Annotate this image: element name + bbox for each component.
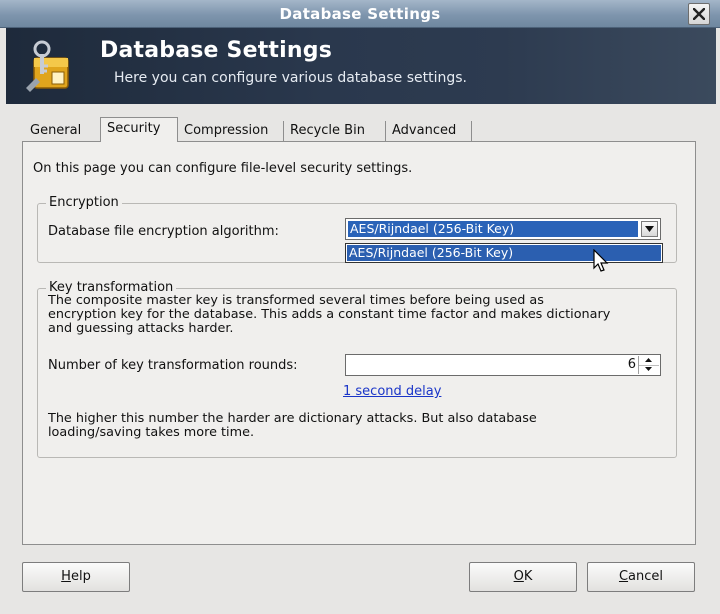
encryption-algorithm-label: Database file encryption algorithm: [48,224,279,239]
ok-button[interactable]: OK [469,562,577,592]
one-second-delay-link[interactable]: 1 second delay [343,384,441,399]
banner-subtitle: Here you can configure various database … [114,70,467,86]
ok-label: K [523,569,533,584]
rounds-spinbox[interactable]: 6 [345,354,661,376]
chevron-up-icon [645,358,652,362]
rounds-note: The higher this number the harder are di… [48,412,537,440]
cancel-mnemonic: C [618,569,629,584]
intro-text: On this page you can configure file-leve… [33,161,413,176]
description-line: encryption key for the database. This ad… [48,307,611,322]
encryption-algorithm-dropdown-list[interactable]: AES/Rijndael (256-Bit Key) [345,243,663,263]
key-transformation-description: The composite master key is transformed … [48,294,610,336]
spin-down-button[interactable] [639,365,659,374]
banner-title: Database Settings [100,38,332,63]
help-button[interactable]: Help [22,562,130,592]
rounds-value: 6 [627,357,636,372]
encryption-algorithm-select[interactable]: AES/Rijndael (256-Bit Key) [345,218,661,240]
tab-general[interactable]: General [24,121,98,141]
encryption-algorithm-value: AES/Rijndael (256-Bit Key) [348,221,638,237]
chevron-down-icon [645,367,652,371]
database-settings-icon [26,40,69,92]
dropdown-button[interactable] [641,221,658,237]
close-button[interactable] [688,3,710,25]
chevron-down-icon [645,226,654,232]
note-line: loading/saving takes more time. [48,425,255,440]
cancel-label: ancel [628,569,664,584]
ok-mnemonic: O [513,569,524,584]
description-line: and guessing attacks harder. [48,321,234,336]
spin-buttons [638,356,659,374]
encryption-group-label: Encryption [46,195,122,210]
security-tab-panel: On this page you can configure file-leve… [22,141,696,545]
help-mnemonic: H [61,569,71,584]
mouse-cursor-icon [593,249,609,272]
tab-compression[interactable]: Compression [178,121,284,141]
window-title: Database Settings [279,5,441,23]
help-label: elp [70,569,91,584]
tab-security[interactable]: Security [100,117,178,142]
dropdown-option-aes[interactable]: AES/Rijndael (256-Bit Key) [347,245,661,261]
rounds-label: Number of key transformation rounds: [48,358,298,373]
tab-recycle-bin[interactable]: Recycle Bin [284,121,386,141]
note-line: The higher this number the harder are di… [48,411,537,426]
tab-advanced[interactable]: Advanced [386,121,472,141]
header-banner: Database Settings Here you can configure… [6,28,716,104]
close-icon [693,8,705,20]
cancel-button[interactable]: Cancel [587,562,695,592]
window-titlebar[interactable]: Database Settings [0,0,720,28]
description-line: The composite master key is transformed … [48,293,544,308]
